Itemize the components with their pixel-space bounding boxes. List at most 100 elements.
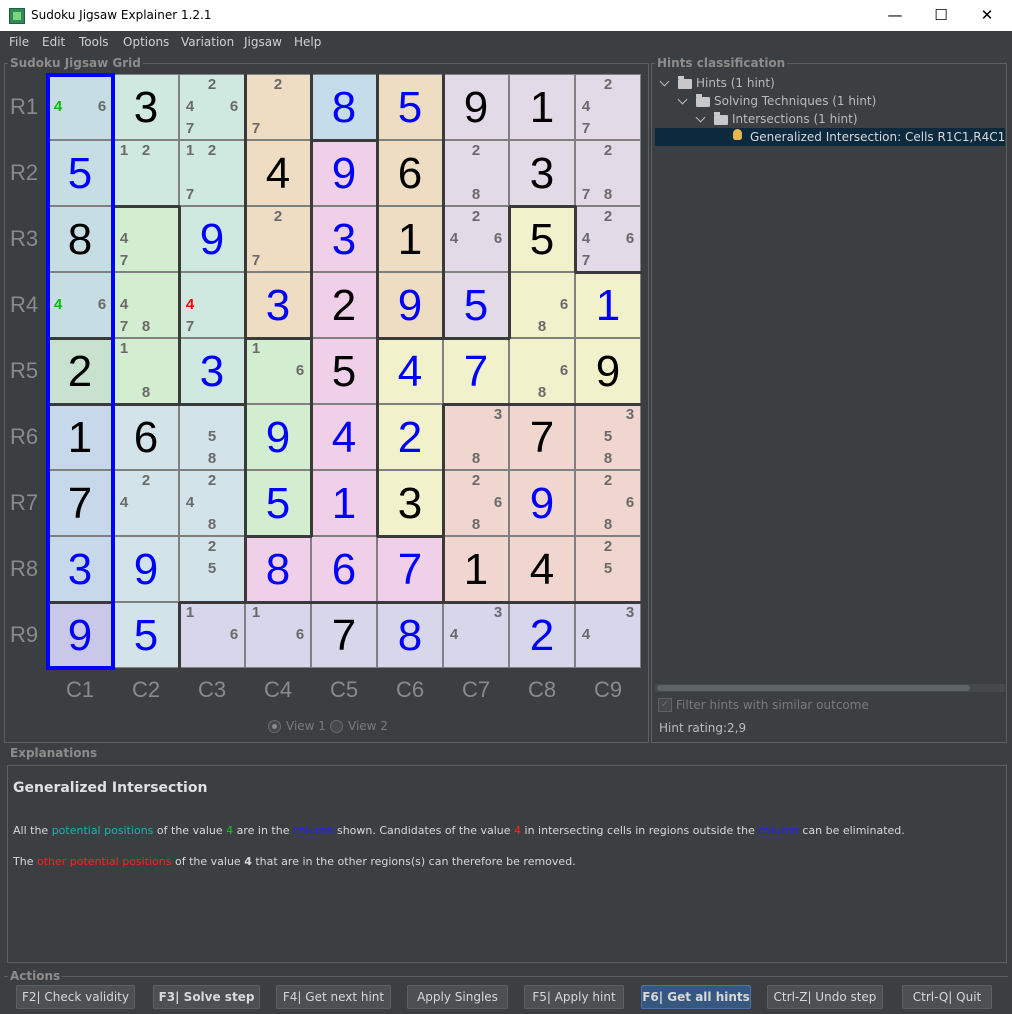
cell-r1c4[interactable]: 27 [245,74,311,140]
cell-r9c3[interactable]: 16 [179,602,245,668]
cell-r4c6[interactable]: 9 [377,272,443,338]
cell-r6c6[interactable]: 2 [377,404,443,470]
tree-item-hints[interactable]: Hints (1 hint) [696,76,775,90]
cell-r6c2[interactable]: 6 [113,404,179,470]
cell-r5c7[interactable]: 7 [443,338,509,404]
cell-r2c2[interactable]: 12 [113,140,179,206]
menu-variation[interactable]: Variation [181,35,234,49]
cell-r3c7[interactable]: 24 6 [443,206,509,272]
quit-button[interactable]: Ctrl-Q| Quit [902,985,992,1009]
cell-r7c9[interactable]: 268 [575,470,641,536]
cell-r2c7[interactable]: 28 [443,140,509,206]
cell-r3c3[interactable]: 9 [179,206,245,272]
cell-r6c3[interactable]: 58 [179,404,245,470]
cell-r9c9[interactable]: 34 [575,602,641,668]
cell-r1c6[interactable]: 5 [377,74,443,140]
tree-scrollbar[interactable] [655,684,1005,692]
cell-r8c2[interactable]: 9 [113,536,179,602]
cell-r5c3[interactable]: 3 [179,338,245,404]
get-all-hints-button[interactable]: F6| Get all hints [641,985,751,1009]
cell-r5c5[interactable]: 5 [311,338,377,404]
menu-help[interactable]: Help [294,35,321,49]
cell-r2c8[interactable]: 3 [509,140,575,206]
cell-r3c2[interactable]: 47 [113,206,179,272]
cell-r5c8[interactable]: 68 [509,338,575,404]
get-next-hint-button[interactable]: F4| Get next hint [276,985,391,1009]
cell-r7c7[interactable]: 268 [443,470,509,536]
cell-r8c9[interactable]: 25 [575,536,641,602]
cell-r6c9[interactable]: 35 8 [575,404,641,470]
cell-r9c5[interactable]: 7 [311,602,377,668]
cell-r4c4[interactable]: 3 [245,272,311,338]
cell-r8c5[interactable]: 6 [311,536,377,602]
cell-r3c8[interactable]: 5 [509,206,575,272]
tree-scrollbar-thumb[interactable] [657,685,970,691]
tree-item-solving-techniques[interactable]: Solving Techniques (1 hint) [714,94,876,108]
menu-options[interactable]: Options [123,35,169,49]
cell-r6c5[interactable]: 4 [311,404,377,470]
cell-r1c8[interactable]: 1 [509,74,575,140]
sudoku-grid[interactable]: 4632467278591247512127496283278847927312… [46,73,642,670]
cell-r4c8[interactable]: 68 [509,272,575,338]
cell-r2c5[interactable]: 9 [311,140,377,206]
solve-step-button[interactable]: F3| Solve step [153,985,260,1009]
cell-r3c9[interactable]: 24 6 7 [575,206,641,272]
cell-r9c6[interactable]: 8 [377,602,443,668]
view1-radio[interactable] [268,720,281,733]
cell-r4c5[interactable]: 2 [311,272,377,338]
cell-r5c9[interactable]: 9 [575,338,641,404]
hints-tree[interactable]: Hints (1 hint) Solving Techniques (1 hin… [655,72,1005,692]
check-validity-button[interactable]: F2| Check validity [16,985,135,1009]
cell-r7c8[interactable]: 9 [509,470,575,536]
expand-chevron-icon[interactable] [677,94,688,105]
cell-r1c2[interactable]: 3 [113,74,179,140]
menu-tools[interactable]: Tools [79,35,109,49]
cell-r5c2[interactable]: 18 [113,338,179,404]
cell-r3c6[interactable]: 1 [377,206,443,272]
cell-r1c5[interactable]: 8 [311,74,377,140]
filter-checkbox[interactable]: ✓ [658,698,672,712]
menu-file[interactable]: File [9,35,29,49]
cell-r5c4[interactable]: 16 [245,338,311,404]
filter-label[interactable]: Filter hints with similar outcome [676,698,869,712]
expand-chevron-icon[interactable] [659,76,670,87]
tree-item-hint[interactable]: Generalized Intersection: Cells R1C1,R4C… [750,130,1005,144]
cell-r7c6[interactable]: 3 [377,470,443,536]
close-icon[interactable]: ✕ [964,0,1010,31]
cell-r9c7[interactable]: 34 [443,602,509,668]
cell-r8c7[interactable]: 1 [443,536,509,602]
view2-radio[interactable] [330,720,343,733]
cell-r4c9[interactable]: 1 [575,272,641,338]
view2-label[interactable]: View 2 [348,719,388,733]
cell-r9c4[interactable]: 16 [245,602,311,668]
cell-r6c7[interactable]: 38 [443,404,509,470]
minimize-icon[interactable]: — [872,0,918,31]
cell-r6c4[interactable]: 9 [245,404,311,470]
expand-chevron-icon[interactable] [695,112,706,123]
cell-r6c8[interactable]: 7 [509,404,575,470]
cell-r7c4[interactable]: 5 [245,470,311,536]
undo-step-button[interactable]: Ctrl-Z| Undo step [767,985,883,1009]
cell-r3c4[interactable]: 27 [245,206,311,272]
menu-edit[interactable]: Edit [42,35,65,49]
cell-r7c2[interactable]: 24 [113,470,179,536]
cell-r8c6[interactable]: 7 [377,536,443,602]
cell-r4c3[interactable]: 47 [179,272,245,338]
cell-r7c3[interactable]: 248 [179,470,245,536]
cell-r8c4[interactable]: 8 [245,536,311,602]
cell-r4c7[interactable]: 5 [443,272,509,338]
cell-r2c6[interactable]: 6 [377,140,443,206]
apply-singles-button[interactable]: Apply Singles [407,985,508,1009]
cell-r1c3[interactable]: 24 6 7 [179,74,245,140]
menu-jigsaw[interactable]: Jigsaw [244,35,282,49]
tree-item-intersections[interactable]: Intersections (1 hint) [732,112,858,126]
maximize-icon[interactable]: ☐ [918,0,964,31]
cell-r7c5[interactable]: 1 [311,470,377,536]
cell-r3c5[interactable]: 3 [311,206,377,272]
cell-r8c3[interactable]: 25 [179,536,245,602]
cell-r2c3[interactable]: 12 7 [179,140,245,206]
cell-r1c9[interactable]: 24 7 [575,74,641,140]
cell-r2c9[interactable]: 2 78 [575,140,641,206]
cell-r5c6[interactable]: 4 [377,338,443,404]
cell-r9c8[interactable]: 2 [509,602,575,668]
